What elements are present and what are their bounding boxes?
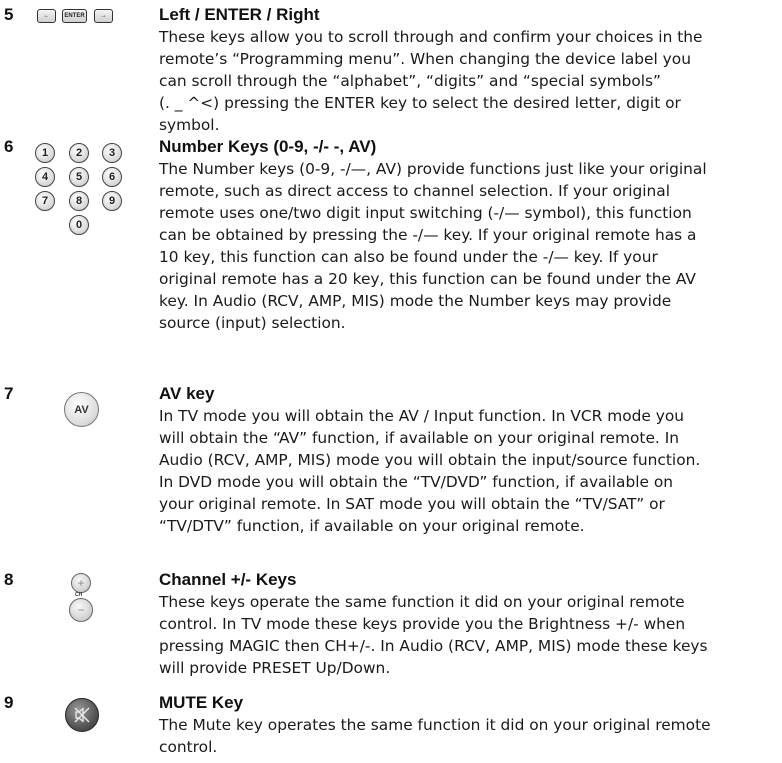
entry-body: The Mute key operates the same function … [159,714,782,758]
body-line: will obtain the “AV” function, if availa… [159,429,679,447]
entry-6: 6 1 2 3 4 5 6 7 8 9 0 Number Keys (0-9, … [0,137,782,367]
body-line: Audio (RCV, AMP, MIS) mode you will obta… [159,451,701,469]
channel-keys-icon: + CH − [0,570,120,630]
entry-title: Channel +/- Keys [159,570,297,589]
body-line: 10 key, this function can also be found … [159,248,658,266]
body-line: your original remote. In SAT mode you wi… [159,495,665,513]
body-line: The Mute key operates the same function … [159,716,711,734]
key-9-icon: 9 [102,191,122,211]
entry-number: 6 [4,137,14,156]
channel-down-icon: − [69,598,93,622]
key-3-icon: 3 [102,143,122,163]
entry-body: These keys operate the same function it … [159,591,782,679]
left-arrow-key-icon: ← [37,9,56,23]
mute-icon [65,698,99,732]
body-line: control. [159,738,218,756]
key-2-icon: 2 [69,143,89,163]
body-line: can scroll through the “alphabet”, “digi… [159,72,662,90]
entry-9: 9 MUTE Key The Mute key operates the sam… [0,693,782,763]
body-line: will provide PRESET Up/Down. [159,659,391,677]
entry-body: These keys allow you to scroll through a… [159,26,782,136]
number-keypad-icon: 1 2 3 4 5 6 7 8 9 0 [35,143,122,243]
body-line: symbol. [159,116,220,134]
body-line: key. In Audio (RCV, AMP, MIS) mode the N… [159,292,672,310]
right-arrow-key-icon: → [94,9,113,23]
body-line: (. _ ^<) pressing the ENTER key to selec… [159,94,681,112]
key-1-icon: 1 [35,143,55,163]
body-line: In TV mode you will obtain the AV / Inpu… [159,407,685,425]
body-line: remote, such as direct access to channel… [159,182,670,200]
body-line: remote’s “Programming menu”. When changi… [159,50,691,68]
entry-8: 8 + CH − Channel +/- Keys These keys ope… [0,570,782,680]
body-line: pressing MAGIC then CH+/-. In Audio (RCV… [159,637,708,655]
body-line: “TV/DTV” function, if available on your … [159,517,585,535]
body-line: control. In TV mode these keys provide y… [159,615,686,633]
key-4-icon: 4 [35,167,55,187]
av-key-icon: AV [64,392,99,427]
body-line: remote uses one/two digit input switchin… [159,204,692,222]
body-line: original remote has a 20 key, this funct… [159,270,696,288]
entry-number: 9 [4,693,14,712]
body-line: These keys allow you to scroll through a… [159,28,703,46]
key-5-icon: 5 [69,167,89,187]
channel-up-icon: + [71,573,91,593]
entry-number: 7 [4,384,14,403]
entry-title: MUTE Key [159,693,244,712]
body-line: These keys operate the same function it … [159,593,685,611]
entry-5: 5 ← ENTER → Left / ENTER / Right These k… [0,5,782,135]
body-line: The Number keys (0-9, -/—, AV) provide f… [159,160,707,178]
entry-title: Number Keys (0-9, -/- -, AV) [159,137,377,156]
entry-body: The Number keys (0-9, -/—, AV) provide f… [159,158,782,334]
entry-7: 7 AV AV key In TV mode you will obtain t… [0,384,782,554]
entry-title: AV key [159,384,215,403]
entry-body: In TV mode you will obtain the AV / Inpu… [159,405,782,537]
body-line: In DVD mode you will obtain the “TV/DVD”… [159,473,674,491]
body-line: source (input) selection. [159,314,346,332]
entry-number: 5 [4,5,14,24]
key-6-icon: 6 [102,167,122,187]
key-7-icon: 7 [35,191,55,211]
enter-key-icon: ENTER [62,9,87,23]
body-line: can be obtained by pressing the -/— key.… [159,226,697,244]
key-8-icon: 8 [69,191,89,211]
entry-title: Left / ENTER / Right [159,5,320,24]
key-0-icon: 0 [69,215,89,235]
